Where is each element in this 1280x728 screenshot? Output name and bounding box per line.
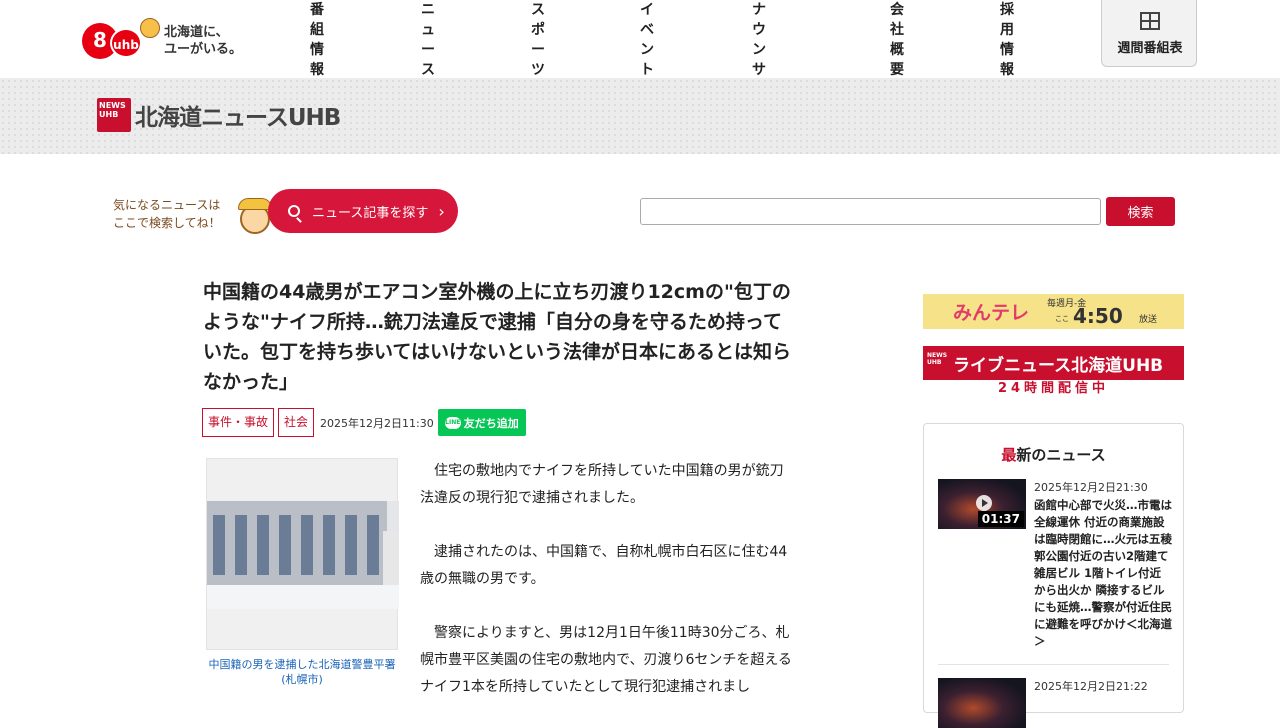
news-thumbnail: 01:37 [938, 479, 1026, 529]
tag-society[interactable]: 社会 [278, 408, 315, 437]
chevron-right-icon: › [438, 201, 445, 221]
latest-news-item[interactable]: 01:37 2025年12月2日21:30 函館中心部で火災…市電は全線運休 付… [938, 479, 1172, 649]
mascot-icon [140, 18, 160, 38]
tag-incident[interactable]: 事件・事故 [202, 408, 275, 437]
grid-icon [1140, 12, 1160, 30]
video-duration: 01:37 [977, 511, 1024, 527]
latest-news-panel: 最新のニュース 01:37 2025年12月2日21:30 函館中心部で火災…市… [923, 423, 1184, 728]
mintele-banner[interactable]: みんテレ 毎週月-金 ここ 4:50 放送 [923, 294, 1184, 329]
nav-programs[interactable]: 番組情報 [310, 0, 324, 79]
search-icon [288, 205, 300, 217]
article-photo [206, 458, 399, 650]
news-date: 2025年12月2日21:22 [1034, 680, 1148, 693]
news-uhb-title: 北海道ニュースUHB [135, 105, 341, 131]
article-paragraph: 逮捕されたのは、中国籍で、自称札幌市白石区に住む44歳の無職の男です。 [420, 544, 788, 587]
live-news-sub: 24時間配信中 [923, 380, 1184, 399]
article-title: 中国籍の44歳男がエアコン室外機の上に立ち刃渡り12cmの"包丁のような"ナイフ… [203, 281, 792, 393]
play-icon [976, 495, 992, 511]
photo-caption: 中国籍の男を逮捕した北海道警豊平署 (札幌市) [208, 658, 396, 686]
logo-uhb-mark: uhb [110, 28, 142, 58]
article-paragraph: 警察によりますと、男は12月1日午後11時30分ごろ、札幌市豊平区美園の住宅の敷… [420, 625, 792, 695]
nav-recruit[interactable]: 採用情報 [1000, 0, 1014, 79]
site-header: 8 uhb 北海道に、 ユーがいる。 番組情報 ニュース スポーツ イベント ア… [0, 0, 1280, 98]
line-icon: LINE [444, 416, 461, 429]
brand-band: NEWS UHB 北海道ニュースUHB [0, 78, 1280, 154]
latest-news-item[interactable]: 2025年12月2日21:22 [938, 678, 1169, 728]
logo-tagline: 北海道に、 ユーがいる。 [164, 25, 243, 57]
news-uhb-badge-icon: NEWS UHB [927, 352, 948, 366]
live-news-banner[interactable]: NEWS UHB ライブニュース北海道UHB 24時間配信中 [923, 346, 1184, 399]
article-meta: 事件・事故 社会 2025年12月2日11:30 LINE 友だち追加 [202, 408, 526, 437]
nav-events[interactable]: イベント [640, 0, 654, 79]
line-add-friend-button[interactable]: LINE 友だち追加 [437, 409, 526, 436]
news-date: 2025年12月2日21:30 [1034, 481, 1148, 494]
nav-company[interactable]: 会社概要 [890, 0, 904, 79]
site-logo[interactable]: 8 uhb 北海道に、 ユーがいる。 [82, 18, 252, 62]
news-uhb-logo[interactable]: NEWS UHB 北海道ニュースUHB [97, 97, 341, 133]
search-input[interactable] [640, 198, 1101, 225]
weekly-schedule-label: 週間番組表 [1117, 41, 1183, 56]
search-submit-button[interactable]: 検索 [1106, 197, 1175, 226]
nav-news[interactable]: ニュース [421, 0, 435, 79]
search-hint: 気になるニュースは ここで検索してね！ [113, 198, 221, 230]
latest-news-heading: 最新のニュース [1001, 446, 1106, 464]
article-body: 住宅の敷地内でナイフを所持していた中国籍の男が銃刀法違反の現行犯で逮捕されました… [420, 458, 792, 728]
divider [938, 664, 1169, 665]
live-news-title: ライブニュース北海道UHB [953, 356, 1164, 376]
mintele-logo: みんテレ [953, 302, 1030, 324]
news-uhb-badge-icon: NEWS UHB [97, 98, 131, 132]
news-thumbnail [938, 678, 1026, 728]
police-station-photo [207, 501, 399, 609]
article-date: 2025年12月2日11:30 [320, 416, 434, 430]
article-paragraph: 住宅の敷地内でナイフを所持していた中国籍の男が銃刀法違反の現行犯で逮捕されました… [420, 463, 784, 506]
nav-sports[interactable]: スポーツ [531, 0, 545, 79]
news-headline: 函館中心部で火災…市電は全線運休 付近の商業施設は臨時閉館に…火元は五稜郭公園付… [1034, 498, 1172, 648]
weekly-schedule-button[interactable]: 週間番組表 [1101, 0, 1197, 67]
find-news-button[interactable]: ニュース記事を探す › [268, 189, 458, 233]
